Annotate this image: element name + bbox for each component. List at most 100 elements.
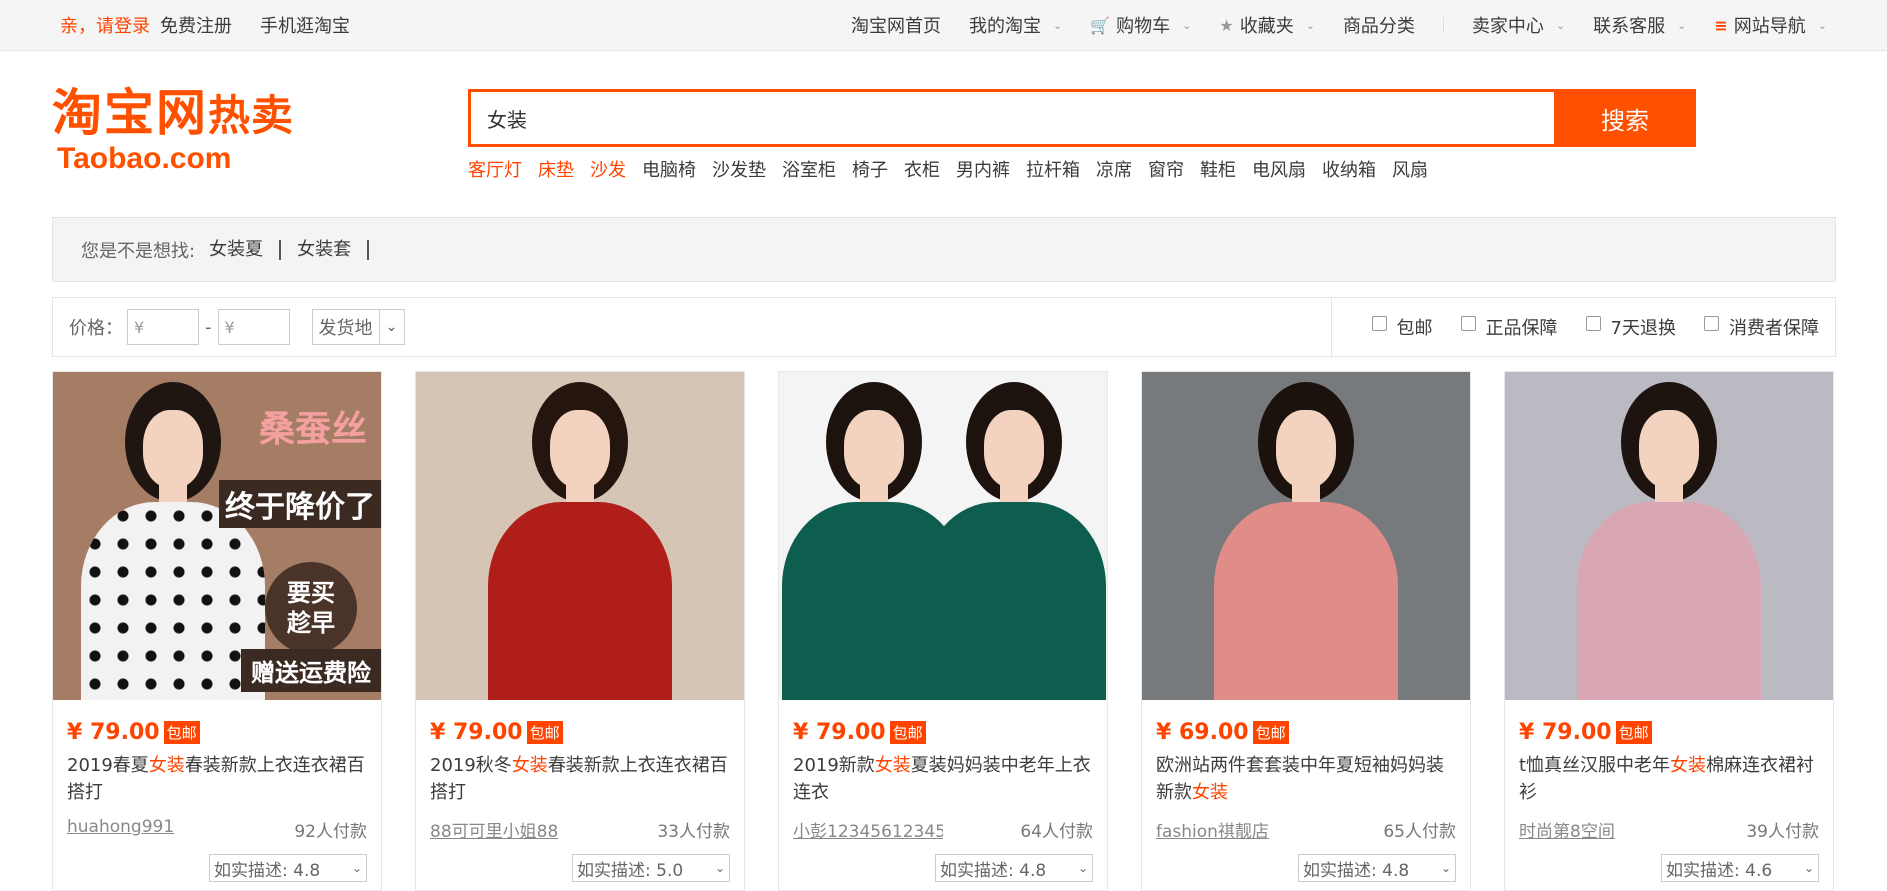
ship-from-label: 发货地 bbox=[313, 310, 380, 344]
product-title[interactable]: 2019新款女装夏装妈妈装中老年上衣连衣 bbox=[793, 752, 1097, 806]
hot-word-link[interactable]: 拉杆箱 bbox=[1026, 156, 1080, 182]
ship-from-select[interactable]: 发货地 ⌄ bbox=[311, 309, 405, 345]
nav-divider bbox=[1442, 17, 1444, 33]
shop-link[interactable]: 小彭12345612345( bbox=[793, 817, 943, 842]
promo-overlay-text: 桑蚕丝 bbox=[258, 409, 367, 450]
rating-dropdown[interactable]: 如实描述: 5.0 ⌄ bbox=[572, 854, 730, 882]
product-card[interactable]: ¥ 79.00 包邮 t恤真丝汉服中老年女装棉麻连衣裙衬衫 时尚第8空间 39人付款 如实… bbox=[1504, 371, 1834, 891]
product-image[interactable] bbox=[1142, 372, 1470, 700]
hot-word-link[interactable]: 浴室柜 bbox=[782, 156, 836, 182]
taobao-logo[interactable]: 淘宝网热卖 Taobao.com bbox=[52, 86, 382, 175]
product-card[interactable]: ¥ 79.00 包邮 2019秋冬女装春装新款上衣连衣裙百搭打 88可可里小姐88 33… bbox=[415, 371, 745, 891]
nav-my-taobao-label: 我的淘宝 bbox=[969, 16, 1042, 37]
nav-support[interactable]: 联系客服 ⌄ bbox=[1593, 12, 1686, 38]
search-input[interactable] bbox=[468, 89, 1554, 147]
chevron-down-icon: ⌄ bbox=[1053, 18, 1063, 32]
filter-7day-return[interactable]: 7天退换 bbox=[1585, 314, 1676, 340]
search-bar: 搜索 bbox=[468, 89, 1696, 147]
product-image[interactable] bbox=[1505, 372, 1833, 700]
hot-word-link[interactable]: 衣柜 bbox=[904, 156, 940, 182]
nav-home[interactable]: 淘宝网首页 bbox=[851, 12, 941, 38]
title-keyword: 女装 bbox=[511, 755, 548, 776]
free-shipping-badge: 包邮 bbox=[1252, 721, 1289, 744]
hot-word-link[interactable]: 电脑椅 bbox=[642, 156, 696, 182]
product-title[interactable]: t恤真丝汉服中老年女装棉麻连衣裙衬衫 bbox=[1519, 752, 1823, 806]
title-keyword: 女装 bbox=[874, 755, 911, 776]
product-title[interactable]: 2019春夏女装春装新款上衣连衣裙百搭打 bbox=[67, 752, 371, 806]
product-image[interactable] bbox=[416, 372, 744, 700]
rating-text: 如实描述: 4.8 bbox=[214, 860, 321, 881]
chevron-down-icon: ⌄ bbox=[1817, 18, 1827, 32]
chevron-down-icon: ⌄ bbox=[1077, 861, 1088, 875]
checkbox-icon[interactable] bbox=[1460, 315, 1476, 331]
rating-dropdown[interactable]: 如实描述: 4.8 ⌄ bbox=[935, 854, 1093, 882]
filter-genuine[interactable]: 正品保障 bbox=[1460, 314, 1558, 340]
nav-my-taobao[interactable]: 我的淘宝 ⌄ bbox=[969, 12, 1062, 38]
price-min-input[interactable]: ¥ bbox=[127, 309, 199, 345]
title-text: 2019秋冬 bbox=[430, 755, 512, 776]
price-max-input[interactable]: ¥ bbox=[217, 309, 290, 345]
product-image[interactable]: 桑蚕丝 终于降价了 要买 趁早 赠送运费险 bbox=[53, 372, 381, 700]
product-image[interactable] bbox=[779, 372, 1107, 700]
shop-link[interactable]: 88可可里小姐88 bbox=[430, 817, 580, 842]
suggestion-link[interactable]: 女装夏 bbox=[209, 239, 282, 260]
checkbox-icon[interactable] bbox=[1585, 315, 1601, 331]
chevron-down-icon: ⌄ bbox=[1182, 18, 1192, 32]
nav-seller-center[interactable]: 卖家中心 ⌄ bbox=[1472, 12, 1565, 38]
hot-word-link[interactable]: 风扇 bbox=[1392, 156, 1428, 182]
shop-link[interactable]: 时尚第8空间 bbox=[1519, 817, 1669, 842]
hot-word-link[interactable]: 沙发 bbox=[590, 156, 626, 182]
hot-word-link[interactable]: 男内裤 bbox=[956, 156, 1010, 182]
topbar-left: 亲，请登录 免费注册 手机逛淘宝 bbox=[60, 12, 350, 38]
hot-word-link[interactable]: 客厅灯 bbox=[468, 156, 522, 182]
hot-word-link[interactable]: 电风扇 bbox=[1252, 156, 1306, 182]
hot-word-link[interactable]: 凉席 bbox=[1096, 156, 1132, 182]
rating-dropdown[interactable]: 如实描述: 4.8 ⌄ bbox=[1298, 854, 1456, 882]
price-row: ¥ 79.00 包邮 bbox=[1519, 720, 1652, 745]
star-icon: ★ bbox=[1219, 15, 1234, 35]
price-label: 价格： bbox=[69, 318, 123, 339]
hot-word-link[interactable]: 沙发垫 bbox=[712, 156, 766, 182]
filter-consumer-protection[interactable]: 消费者保障 bbox=[1704, 314, 1819, 340]
checkbox-icon[interactable] bbox=[1704, 315, 1719, 331]
shop-link[interactable]: fashion祺靓店 bbox=[1156, 817, 1306, 842]
checkbox-icon[interactable] bbox=[1371, 315, 1387, 331]
chevron-down-icon: ⌄ bbox=[1305, 18, 1315, 32]
free-shipping-badge: 包邮 bbox=[1615, 721, 1652, 744]
suggestion-link[interactable]: 女装套 bbox=[297, 239, 370, 260]
hot-word-link[interactable]: 床垫 bbox=[538, 156, 574, 182]
product-card[interactable]: ¥ 69.00 包邮 欧洲站两件套套装中年夏短袖妈妈装新款女装 fashion祺靓店 6… bbox=[1141, 371, 1471, 891]
rating-text: 如实描述: 5.0 bbox=[577, 860, 684, 881]
product-card[interactable]: ¥ 79.00 包邮 2019新款女装夏装妈妈装中老年上衣连衣 小彭123456123… bbox=[778, 371, 1108, 891]
nav-cart[interactable]: 🛒 购物车 ⌄ bbox=[1090, 12, 1191, 38]
filter-free-shipping[interactable]: 包邮 bbox=[1371, 314, 1433, 340]
face-shape bbox=[1276, 410, 1336, 488]
filter-consumer-protection-label: 消费者保障 bbox=[1729, 318, 1819, 339]
face-shape bbox=[844, 410, 904, 488]
product-card[interactable]: 桑蚕丝 终于降价了 要买 趁早 赠送运费险 ¥ 79.00 包邮 2019春夏女装春装新款上… bbox=[52, 371, 382, 891]
rating-dropdown[interactable]: 如实描述: 4.6 ⌄ bbox=[1661, 854, 1819, 882]
chevron-down-icon: ⌄ bbox=[1803, 861, 1814, 875]
promo-overlay-text: 赠送运费险 bbox=[241, 649, 381, 692]
nav-categories[interactable]: 商品分类 bbox=[1343, 12, 1415, 38]
product-price: ¥ 79.00 bbox=[430, 720, 523, 745]
rating-dropdown[interactable]: 如实描述: 4.8 ⌄ bbox=[209, 854, 367, 882]
hot-word-link[interactable]: 鞋柜 bbox=[1200, 156, 1236, 182]
login-link[interactable]: 亲，请登录 bbox=[60, 12, 150, 38]
product-title[interactable]: 欧洲站两件套套装中年夏短袖妈妈装新款女装 bbox=[1156, 752, 1460, 806]
mobile-link[interactable]: 手机逛淘宝 bbox=[260, 12, 350, 38]
site-topbar: 亲，请登录 免费注册 手机逛淘宝 淘宝网首页 我的淘宝 ⌄ 🛒 购物车 ⌄ ★ 收藏夹 ⌄… bbox=[0, 0, 1887, 51]
hot-word-link[interactable]: 窗帘 bbox=[1148, 156, 1184, 182]
chevron-down-icon: ⌄ bbox=[1677, 18, 1687, 32]
nav-favorites[interactable]: ★ 收藏夹 ⌄ bbox=[1219, 12, 1315, 38]
shop-link[interactable]: huahong991 bbox=[67, 817, 217, 837]
product-title[interactable]: 2019秋冬女装春装新款上衣连衣裙百搭打 bbox=[430, 752, 734, 806]
search-button[interactable]: 搜索 bbox=[1554, 89, 1696, 147]
hot-word-link[interactable]: 椅子 bbox=[852, 156, 888, 182]
hot-word-link[interactable]: 收纳箱 bbox=[1322, 156, 1376, 182]
nav-sitemap[interactable]: ≡ 网站导航 ⌄ bbox=[1714, 12, 1827, 38]
nav-home-label: 淘宝网首页 bbox=[851, 16, 942, 37]
face-shape bbox=[1639, 410, 1699, 488]
filter-free-shipping-label: 包邮 bbox=[1396, 318, 1433, 339]
register-link[interactable]: 免费注册 bbox=[160, 12, 232, 38]
